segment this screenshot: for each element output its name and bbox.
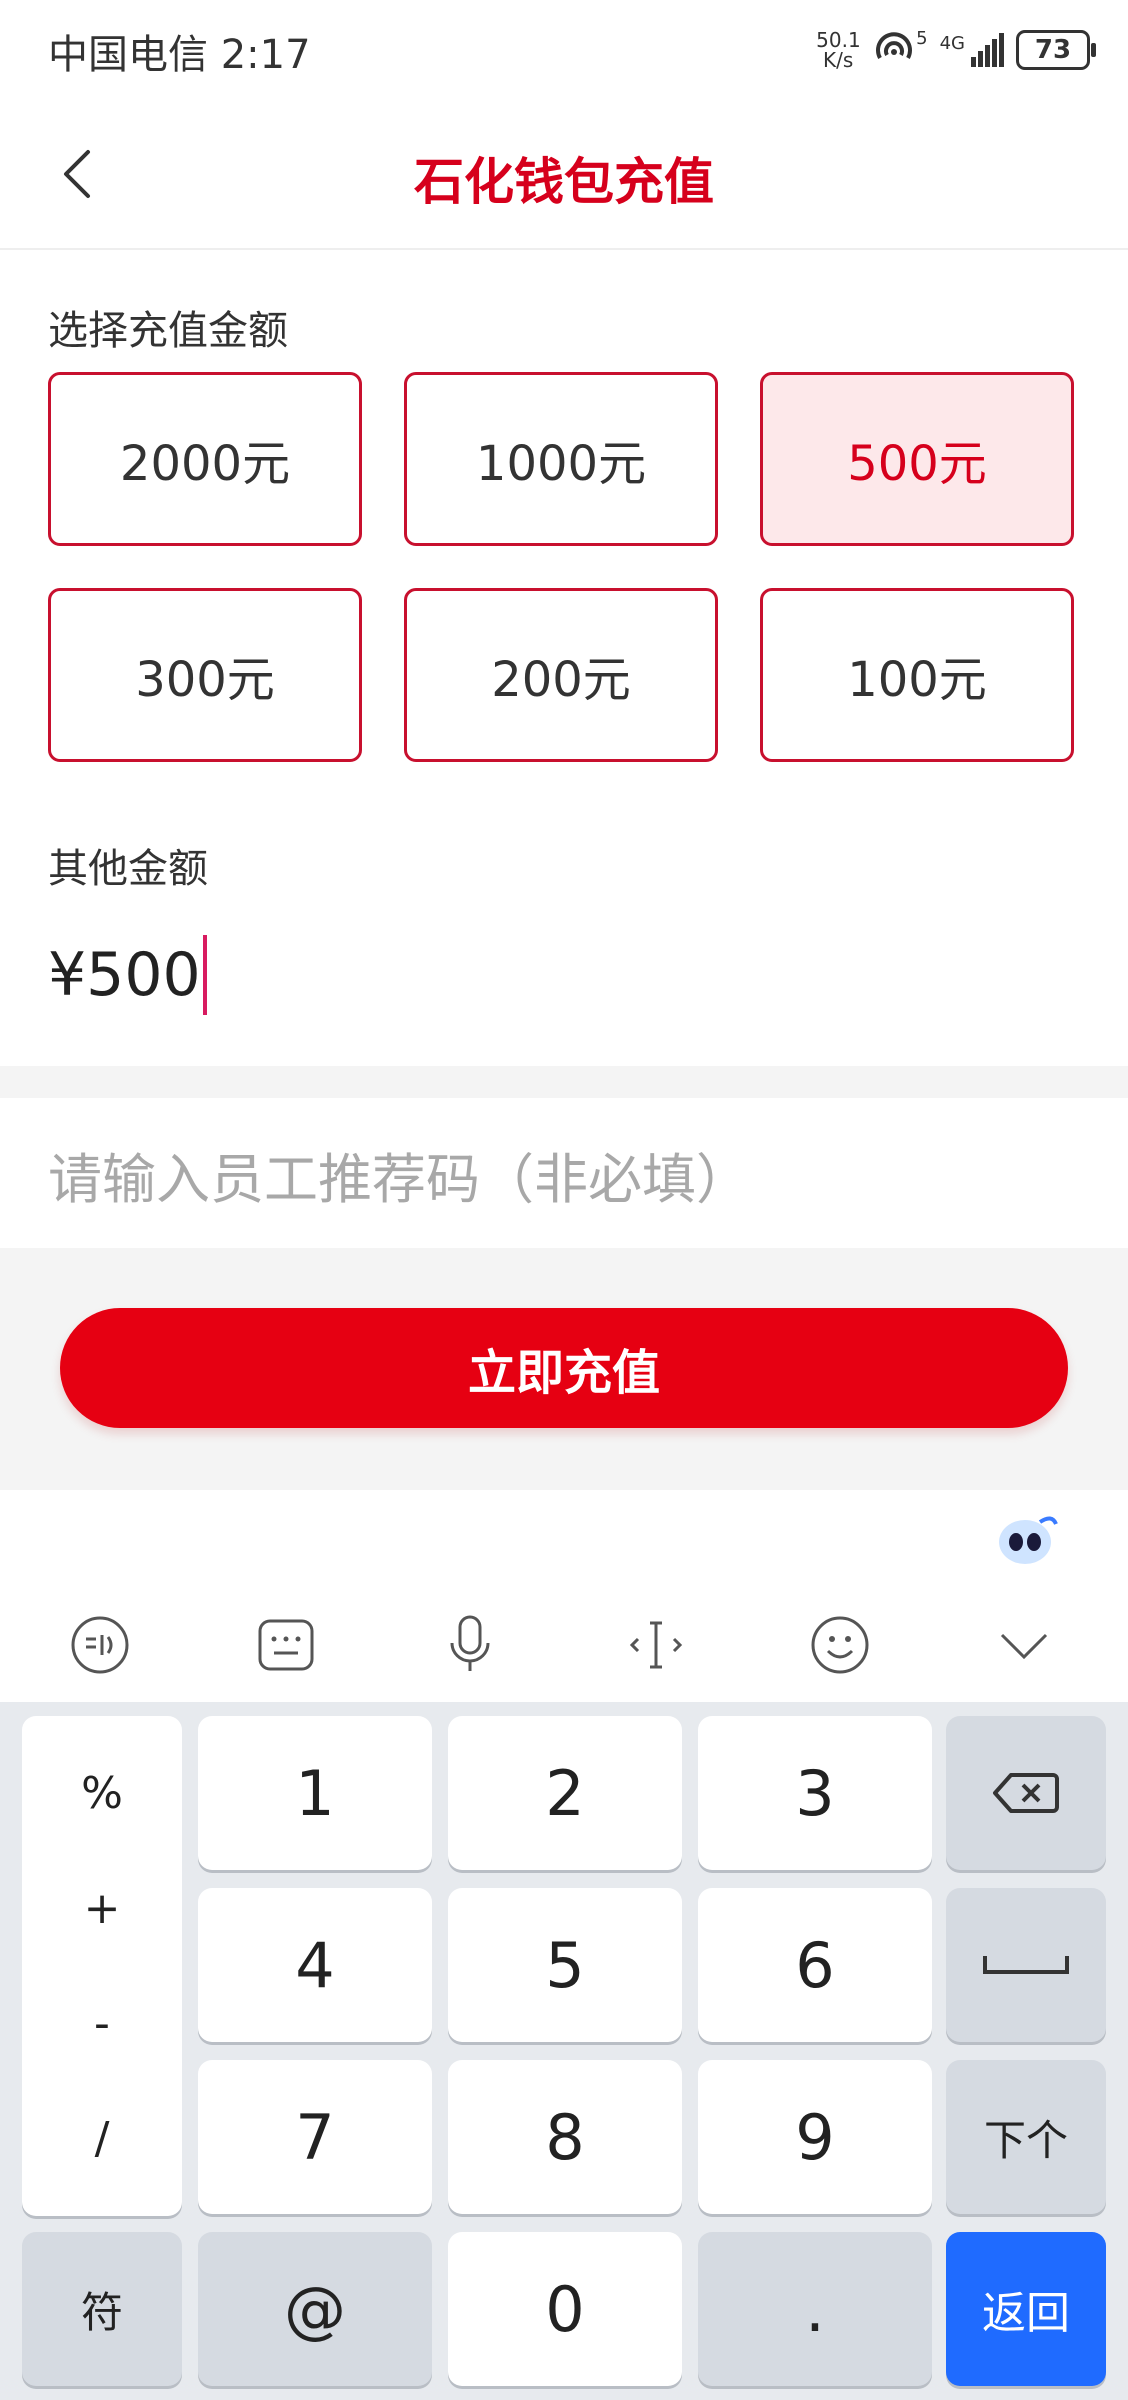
key-0[interactable]: 0 bbox=[448, 2232, 682, 2386]
microphone-icon[interactable] bbox=[430, 1605, 510, 1685]
next-key[interactable]: 下个 bbox=[946, 2060, 1106, 2214]
signal-icon: 4G bbox=[940, 33, 1004, 67]
assistant-icon[interactable] bbox=[990, 1510, 1060, 1570]
network-type: 4G bbox=[939, 33, 965, 54]
other-amount-value: ¥500 bbox=[48, 940, 201, 1010]
plus-key[interactable]: + bbox=[84, 1883, 121, 1934]
backspace-key[interactable] bbox=[946, 1716, 1106, 1870]
amount-option-300[interactable]: 300元 bbox=[48, 588, 362, 762]
amount-option-500[interactable]: 500元 bbox=[760, 372, 1074, 546]
key-2[interactable]: 2 bbox=[448, 1716, 682, 1870]
keyboard-toolbar bbox=[0, 1490, 1128, 1702]
amount-section-label: 选择充值金额 bbox=[48, 308, 288, 354]
key-7[interactable]: 7 bbox=[198, 2060, 432, 2214]
space-key[interactable] bbox=[946, 1888, 1106, 2042]
key-6[interactable]: 6 bbox=[698, 1888, 932, 2042]
hotspot-sup: 5 bbox=[916, 28, 928, 49]
net-speed-value: 50.1 bbox=[816, 28, 861, 52]
section-divider bbox=[0, 1066, 1128, 1098]
amount-option-200[interactable]: 200元 bbox=[404, 588, 718, 762]
at-key[interactable]: @ bbox=[198, 2232, 432, 2386]
status-icons: 50.1 K/s 5 4G 73 bbox=[816, 20, 1096, 80]
symbols-key[interactable]: 符 bbox=[22, 2232, 182, 2386]
slash-key[interactable]: / bbox=[95, 2113, 110, 2164]
other-amount-input[interactable]: ¥500 bbox=[48, 935, 207, 1015]
status-bar: 中国电信 2:17 50.1 K/s 5 4G 73 bbox=[0, 0, 1128, 100]
net-speed-unit: K/s bbox=[823, 48, 854, 72]
hide-keyboard-chevron-icon[interactable] bbox=[984, 1605, 1064, 1685]
emoji-icon[interactable] bbox=[800, 1605, 880, 1685]
referral-code-input[interactable]: 请输入员工推荐码（非必填） bbox=[48, 1135, 750, 1214]
key-5[interactable]: 5 bbox=[448, 1888, 682, 2042]
submit-area: 立即充值 bbox=[0, 1248, 1128, 1490]
amount-option-2000[interactable]: 2000元 bbox=[48, 372, 362, 546]
symbol-column[interactable]: % + - / bbox=[22, 1716, 182, 2216]
hotspot-icon: 5 bbox=[872, 28, 928, 72]
space-icon bbox=[983, 1956, 1069, 1974]
dot-key[interactable]: . bbox=[698, 2232, 932, 2386]
page-title: 石化钱包充值 bbox=[414, 153, 714, 211]
return-key[interactable]: 返回 bbox=[946, 2232, 1106, 2386]
key-4[interactable]: 4 bbox=[198, 1888, 432, 2042]
numeric-keyboard: % + - / 1 2 3 4 5 6 7 8 9 下个 符 @ 0 . 返回 bbox=[0, 1702, 1128, 2400]
key-3[interactable]: 3 bbox=[698, 1716, 932, 1870]
percent-key[interactable]: % bbox=[81, 1768, 123, 1819]
recharge-now-button[interactable]: 立即充值 bbox=[60, 1308, 1068, 1428]
battery-icon: 73 bbox=[1016, 30, 1096, 70]
app-header: 石化钱包充值 bbox=[0, 100, 1128, 250]
carrier-time: 中国电信 2:17 bbox=[48, 32, 311, 78]
net-speed: 50.1 K/s bbox=[816, 28, 861, 72]
other-amount-label: 其他金额 bbox=[48, 846, 208, 892]
minus-key[interactable]: - bbox=[94, 1998, 110, 2049]
cursor-move-icon[interactable] bbox=[616, 1605, 696, 1685]
backspace-icon bbox=[993, 1773, 1059, 1813]
ime-logo-icon[interactable] bbox=[60, 1605, 140, 1685]
key-9[interactable]: 9 bbox=[698, 2060, 932, 2214]
key-8[interactable]: 8 bbox=[448, 2060, 682, 2214]
keyboard-icon[interactable] bbox=[246, 1605, 326, 1685]
text-caret bbox=[202, 935, 207, 1015]
amount-option-100[interactable]: 100元 bbox=[760, 588, 1074, 762]
amount-option-1000[interactable]: 1000元 bbox=[404, 372, 718, 546]
key-1[interactable]: 1 bbox=[198, 1716, 432, 1870]
